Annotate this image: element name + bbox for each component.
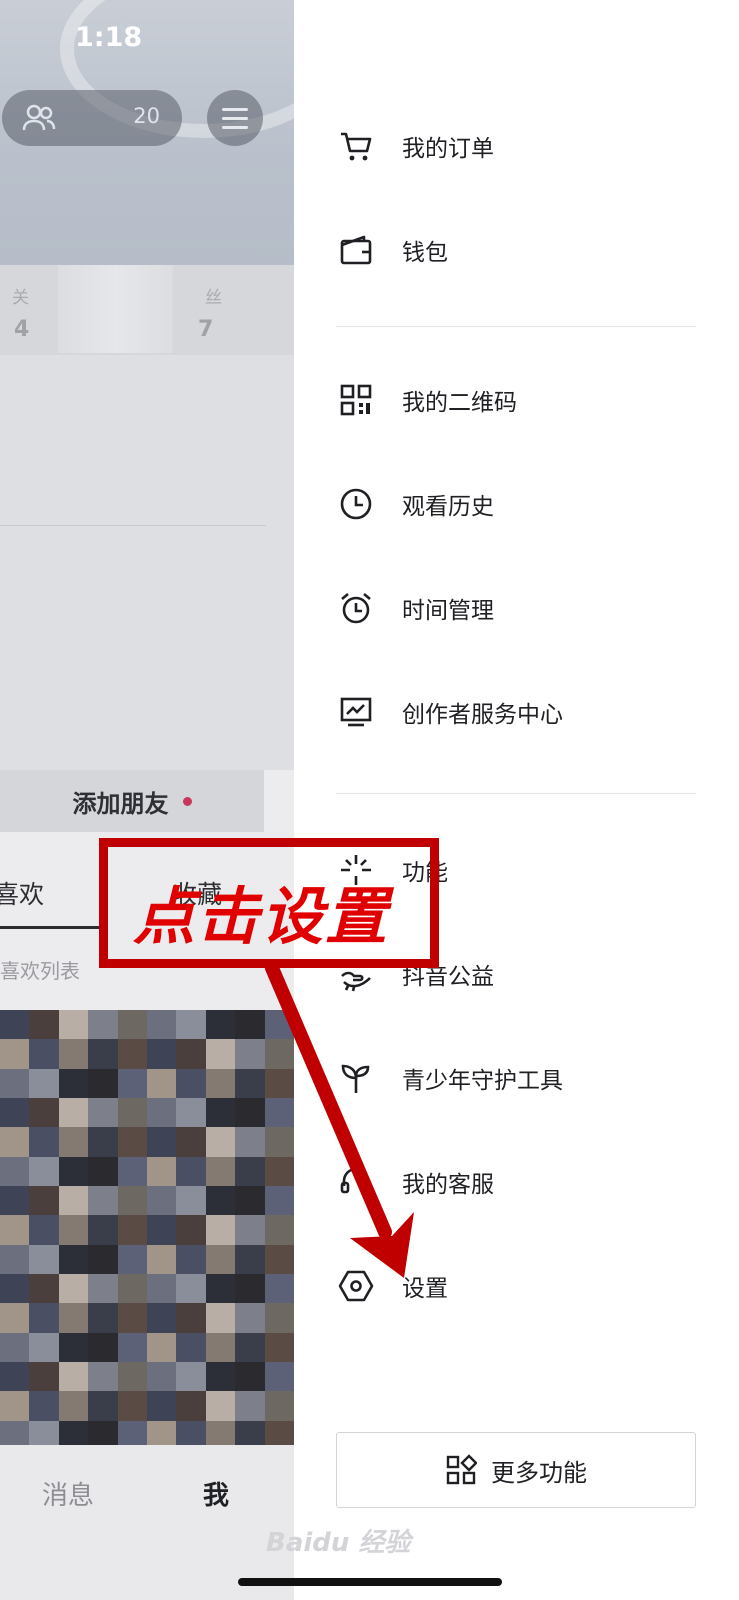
- status-time: 1:18: [75, 22, 143, 53]
- profile-stats: 关 4 丝 7: [0, 265, 294, 355]
- more-features-button[interactable]: 更多功能: [336, 1432, 696, 1508]
- headset-icon: [340, 1167, 372, 1194]
- friends-button[interactable]: 20: [2, 90, 182, 146]
- notification-dot: [182, 796, 192, 806]
- profile-page-background: 1:18 20 关 4 丝 7 添加朋友 喜欢 收藏 喜欢列表 消息 我: [0, 0, 294, 1600]
- add-friend-label: 添加朋友: [72, 789, 169, 818]
- stat-value-fans: 7: [198, 317, 214, 342]
- sprout-icon: [341, 1064, 370, 1093]
- menu-item-settings[interactable]: 设置: [338, 1256, 698, 1316]
- menu-item-my-orders[interactable]: 我的订单: [338, 116, 698, 176]
- likes-hint: 喜欢列表: [0, 959, 80, 983]
- menu-item-label: 我的二维码: [402, 390, 517, 416]
- stat-blur: [58, 265, 173, 353]
- menu-item-youth-protection[interactable]: 青少年守护工具: [338, 1048, 698, 1108]
- menu-item-label: 设置: [402, 1276, 448, 1302]
- menu-item-label: 青少年守护工具: [402, 1068, 563, 1094]
- menu-item-qr-code[interactable]: 我的二维码: [338, 370, 698, 430]
- stat-label-fans: 丝: [205, 288, 222, 308]
- menu-item-label: 我的订单: [402, 136, 494, 162]
- profile-bio-area: [0, 355, 294, 770]
- menu-item-label: 创作者服务中心: [402, 702, 563, 728]
- drawer-divider: [336, 793, 696, 794]
- menu-item-watch-history[interactable]: 观看历史: [338, 474, 698, 534]
- friends-count: 20: [133, 104, 160, 128]
- add-friend-button[interactable]: 添加朋友: [0, 770, 264, 832]
- cart-icon: [341, 132, 372, 161]
- bottom-nav: 消息 我: [0, 1445, 294, 1600]
- menu-item-label: 观看历史: [402, 494, 494, 520]
- baidu-watermark: Baidu 经验: [266, 1528, 411, 1558]
- drawer-divider: [336, 326, 696, 327]
- annotation-text: 点击设置: [133, 880, 390, 953]
- more-features-label: 更多功能: [491, 1458, 587, 1487]
- menu-item-creator-center[interactable]: 创作者服务中心: [338, 682, 698, 742]
- tab-likes[interactable]: 喜欢: [0, 875, 44, 911]
- stat-label-following: 关: [12, 288, 29, 308]
- profile-divider: [0, 525, 266, 526]
- menu-item-customer-service[interactable]: 我的客服: [338, 1152, 698, 1212]
- nav-messages[interactable]: 消息: [42, 1475, 94, 1512]
- nav-me[interactable]: 我: [203, 1475, 229, 1512]
- menu-item-wallet[interactable]: 钱包: [338, 220, 698, 280]
- menu-item-label: 我的客服: [402, 1172, 494, 1198]
- pixelated-video-thumbnail[interactable]: [0, 1010, 294, 1450]
- menu-button[interactable]: [207, 90, 263, 146]
- hexagon-settings-icon: [338, 1270, 374, 1302]
- qr-code-icon: [340, 384, 372, 416]
- grid-apps-icon: [446, 1454, 477, 1485]
- side-drawer: 我的订单 钱包 我的二维码 观看历史 时间管理 创作者服务中心 功能 抖音公益 …: [294, 0, 739, 1600]
- menu-item-label: 钱包: [402, 240, 448, 266]
- alarm-clock-icon: [341, 593, 371, 624]
- stat-value-following: 4: [14, 317, 30, 342]
- clock-icon: [340, 488, 372, 520]
- menu-item-time-management[interactable]: 时间管理: [338, 578, 698, 638]
- tab-underline: [0, 926, 100, 929]
- menu-item-label: 时间管理: [402, 598, 494, 624]
- wallet-icon: [340, 235, 372, 265]
- chart-monitor-icon: [340, 697, 372, 727]
- friends-icon: [22, 104, 56, 131]
- home-indicator[interactable]: [238, 1578, 502, 1586]
